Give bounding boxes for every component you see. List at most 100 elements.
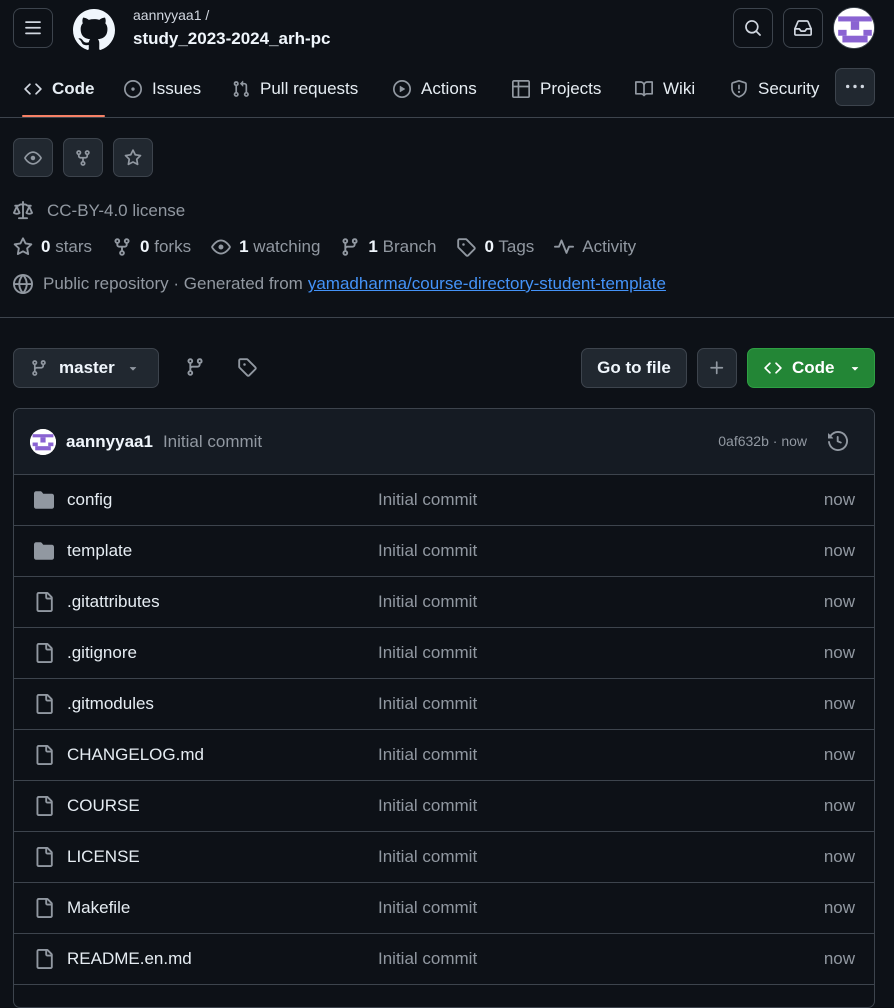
tab-projects[interactable]: Projects [512,60,601,117]
tag-icon [238,358,257,377]
file-name[interactable]: template [67,541,132,561]
tab-wiki[interactable]: Wiki [635,60,695,117]
commit-message[interactable]: Initial commit [163,432,262,452]
file-commit-message[interactable]: Initial commit [378,847,477,867]
watching-label: watching [253,237,321,256]
file-row[interactable]: .gitattributes Initial commit now [14,577,874,628]
tab-security[interactable]: Security [730,60,819,117]
file-row[interactable]: CHANGELOG.md Initial commit now [14,730,874,781]
file-commit-message[interactable]: Initial commit [378,592,477,612]
file-row[interactable]: COURSE Initial commit now [14,781,874,832]
file-icon [34,694,54,714]
watching-stat[interactable]: 1 watching [211,237,320,257]
file-name[interactable]: CHANGELOG.md [67,745,204,765]
file-commit-message[interactable]: Initial commit [378,796,477,816]
repo-name[interactable]: study_2023-2024_arh-pc [133,29,331,49]
file-name[interactable]: README.en.md [67,949,192,969]
file-commit-message[interactable]: Initial commit [378,898,477,918]
activity-stat[interactable]: Activity [554,237,636,257]
file-commit-message[interactable]: Initial commit [378,490,477,510]
triangle-down-icon [129,367,137,371]
search-button[interactable] [733,8,773,48]
user-avatar[interactable] [833,7,875,49]
tab-label: Wiki [663,78,696,98]
tab-actions[interactable]: Actions [393,60,477,117]
menu-button[interactable] [13,8,53,48]
file-row[interactable]: .gitignore Initial commit now [14,628,874,679]
globe-icon [13,274,33,294]
tags-link[interactable] [237,357,257,377]
tags-stat[interactable]: 0 Tags [456,237,534,257]
file-commit-message[interactable]: Initial commit [378,694,477,714]
file-row[interactable]: .gitmodules Initial commit now [14,679,874,730]
star-button[interactable] [113,138,153,177]
commit-author[interactable]: aannyyaa1 [66,432,153,452]
file-row[interactable]: template Initial commit now [14,526,874,577]
pull-request-icon [233,80,249,97]
tab-code[interactable]: Code [22,60,104,117]
file-commit-time: now [823,745,855,764]
code-icon [24,82,42,95]
tab-pull-requests[interactable]: Pull requests [232,60,358,117]
file-commit-message[interactable]: Initial commit [378,745,477,765]
tab-label: Code [52,78,95,98]
visibility-row: Public repository · Generated from yamad… [13,274,666,294]
file-commit-time: now [823,541,855,560]
file-commit-message[interactable]: Initial commit [378,643,477,663]
shield-icon [731,79,747,98]
file-name[interactable]: config [67,490,112,510]
github-logo-icon[interactable] [73,9,115,51]
commit-hash-time[interactable]: 0af632b · now [718,433,807,449]
file-name[interactable]: .gitmodules [67,694,154,714]
watch-button[interactable] [13,138,53,177]
hamburger-icon [25,21,41,35]
file-name[interactable]: .gitignore [67,643,137,663]
file-commit-message[interactable]: Initial commit [378,949,477,969]
fork-icon [76,149,90,166]
file-commit-message[interactable]: Initial commit [378,541,477,561]
git-branch-icon [342,238,358,256]
file-commit-time: now [823,490,855,509]
file-icon [34,796,54,816]
stars-label: stars [55,237,93,256]
file-commit-time: now [823,898,855,917]
file-icon [34,592,54,612]
file-row[interactable]: Makefile Initial commit now [14,883,874,934]
file-browser: aannyyaa1 Initial commit 0af632b · now c… [13,408,875,1008]
license-row[interactable]: CC-BY-4.0 license [13,201,185,221]
file-name[interactable]: COURSE [67,796,140,816]
history-icon [828,431,848,451]
branch-stat[interactable]: 1 Branch [340,237,436,257]
file-row[interactable]: README.en.md Initial commit now [14,934,874,985]
git-branch-icon [32,360,46,376]
file-name[interactable]: .gitattributes [67,592,160,612]
go-to-file-button[interactable]: Go to file [581,348,687,388]
repo-owner[interactable]: aannyyaa1 / [133,7,209,23]
branches-link[interactable] [185,357,205,377]
file-row[interactable]: config Initial commit now [14,475,874,526]
file-name[interactable]: LICENSE [67,847,140,867]
commit-author-avatar[interactable] [30,428,56,455]
file-row[interactable]: LICENSE Initial commit now [14,832,874,883]
branch-name: master [59,358,115,377]
commit-history-button[interactable] [828,431,848,451]
branch-count: 1 [368,237,378,256]
inbox-button[interactable] [783,8,823,48]
divider [0,317,894,318]
folder-icon [34,541,54,561]
fork-button[interactable] [63,138,103,177]
more-tabs-button[interactable] [835,68,875,106]
file-commit-time: now [823,643,855,662]
forks-stat[interactable]: 0 forks [112,237,191,257]
code-dropdown-button[interactable]: Code [747,348,875,388]
file-icon [34,847,54,867]
file-name[interactable]: Makefile [67,898,130,918]
branch-selector[interactable]: master [13,348,159,388]
stars-stat[interactable]: 0 stars [13,237,92,257]
file-commit-time: now [823,694,855,713]
file-icon [34,643,54,663]
tab-issues[interactable]: Issues [124,60,201,117]
add-file-button[interactable] [697,348,737,388]
template-link[interactable]: yamadharma/course-directory-student-temp… [308,274,666,294]
fork-icon [114,238,130,256]
